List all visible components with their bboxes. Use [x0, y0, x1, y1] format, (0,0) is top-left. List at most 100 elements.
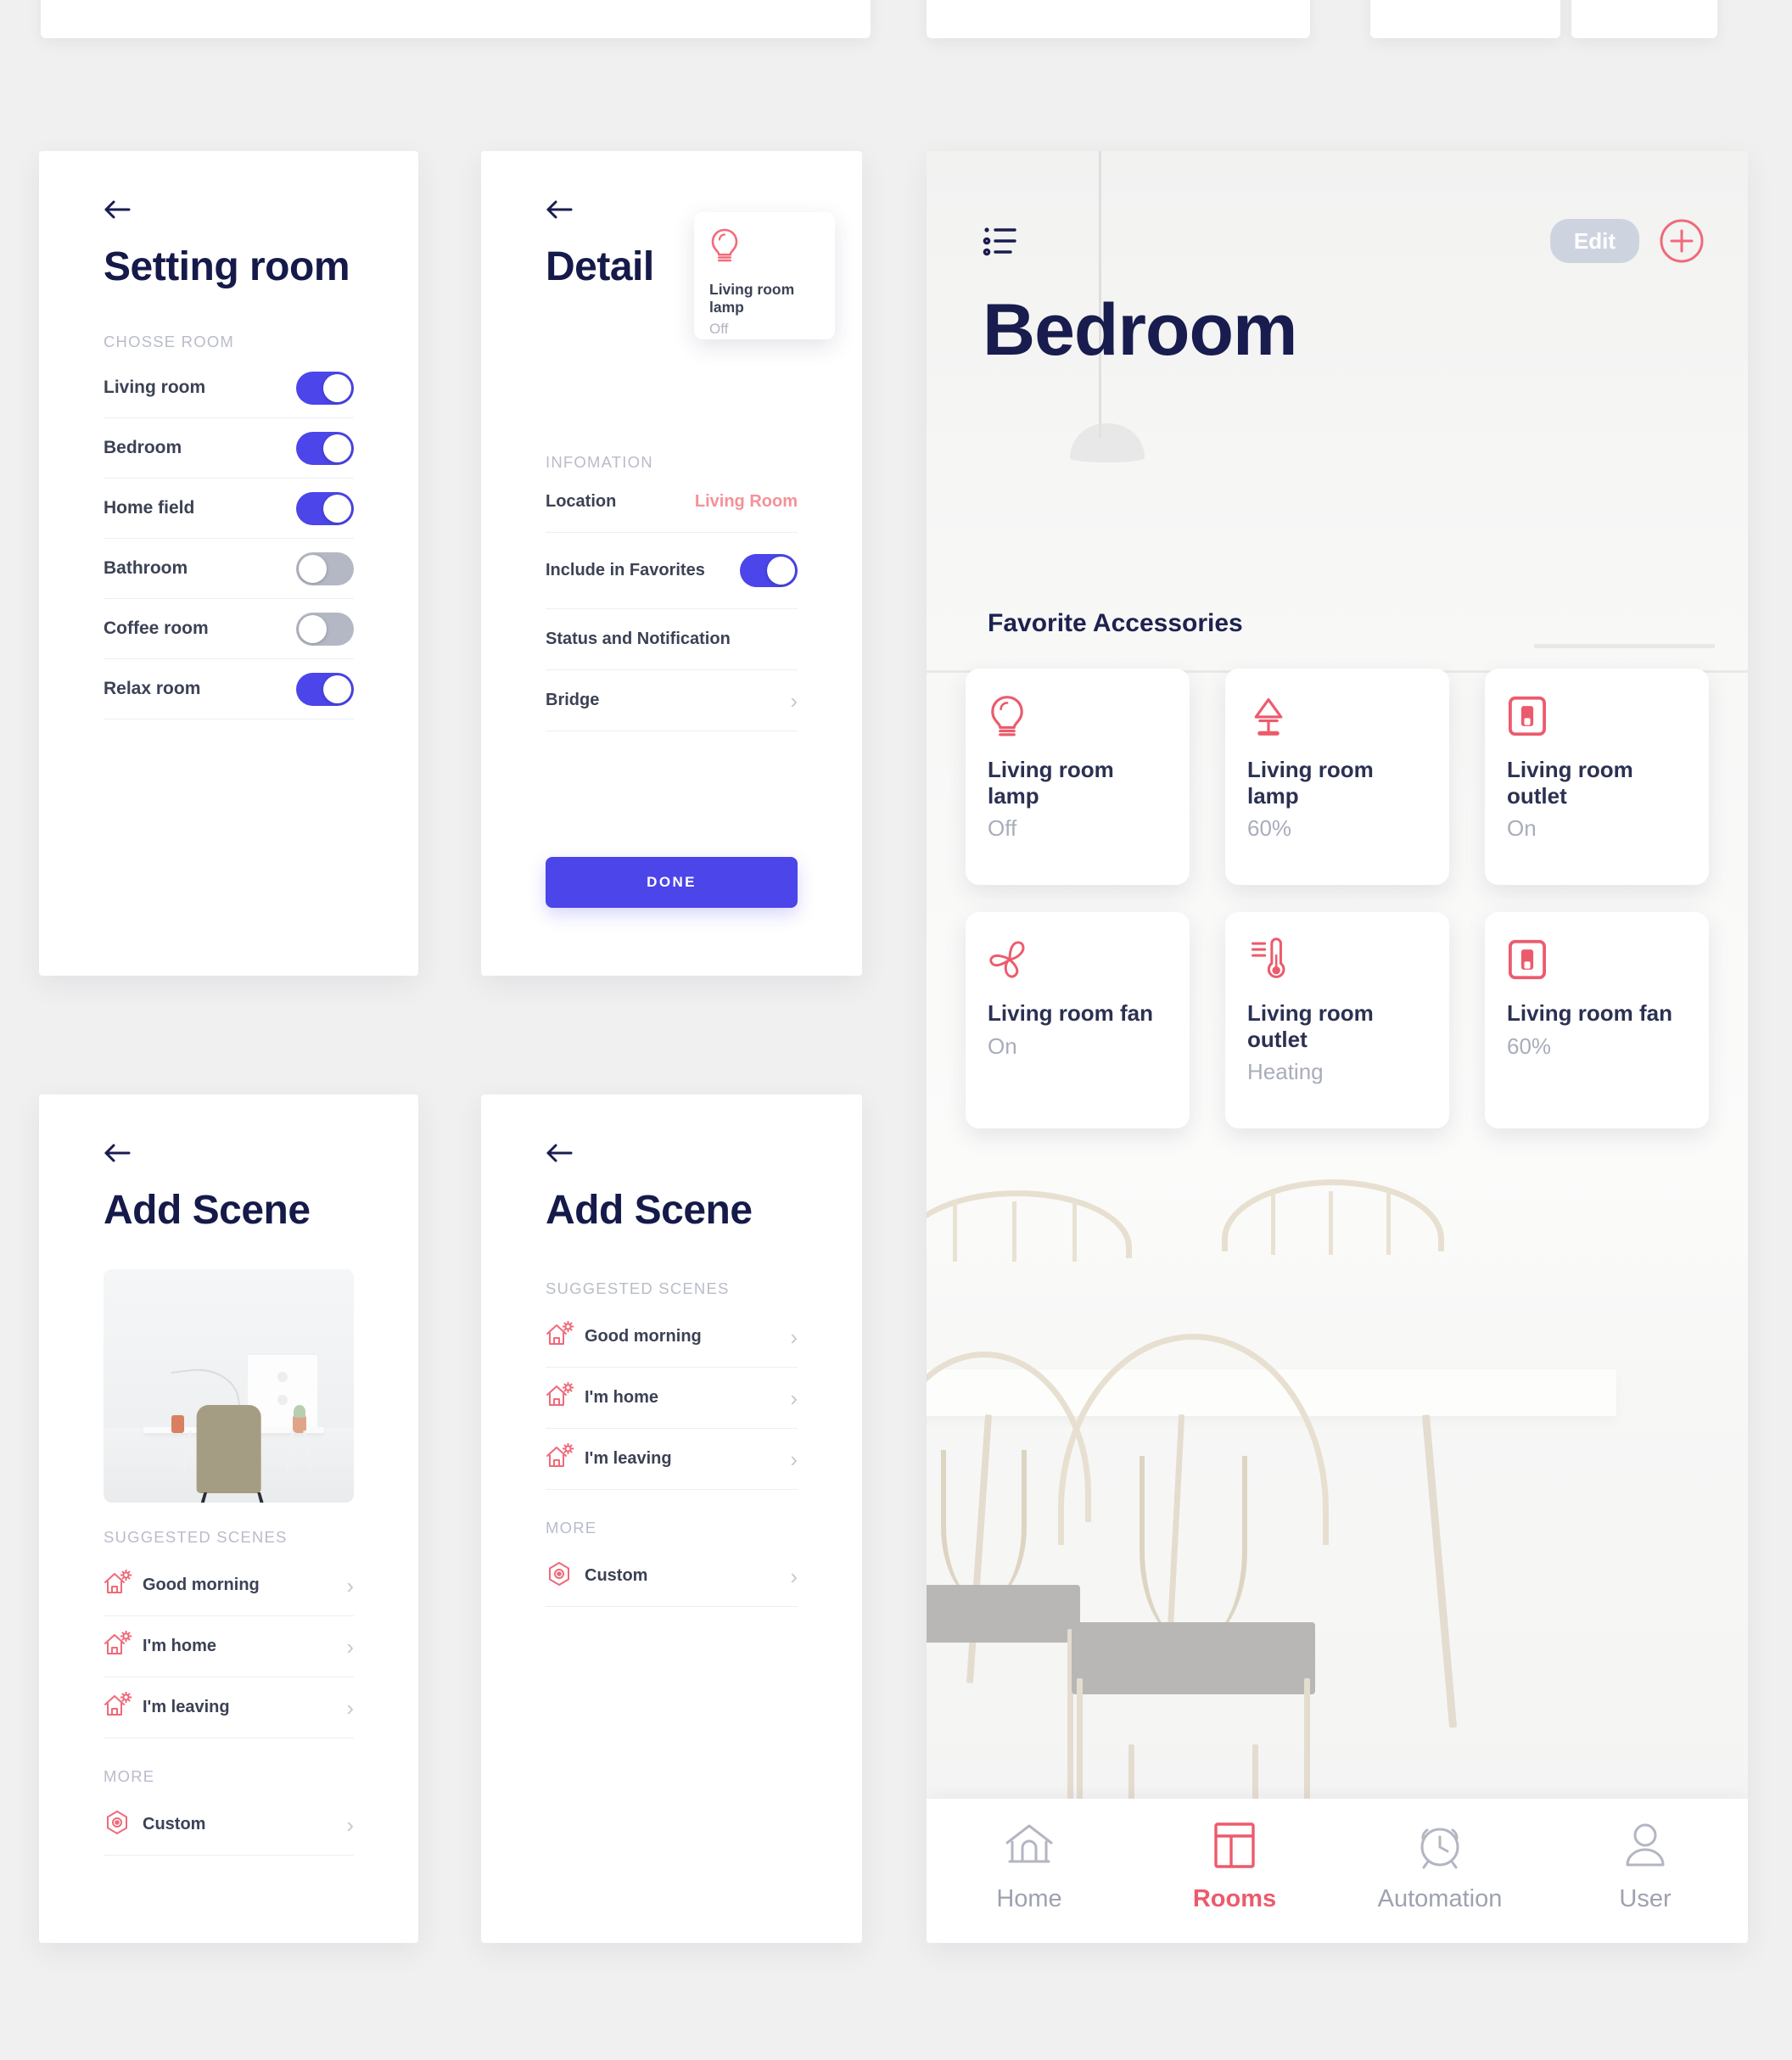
accessory-card[interactable]: Living room outlet Heating [1225, 912, 1449, 1128]
chevron-right-icon: › [790, 1324, 798, 1350]
page-title: Add Scene [546, 1188, 753, 1233]
device-name: Living room lamp [709, 281, 795, 316]
detail-row-status[interactable]: Status and Notification [546, 609, 798, 671]
back-button[interactable] [104, 195, 141, 224]
room-toggle[interactable] [296, 551, 354, 585]
scene-photo[interactable] [104, 1269, 354, 1503]
scene-row[interactable]: Custom › [104, 1794, 354, 1856]
room-row[interactable]: Bedroom [104, 418, 354, 479]
scene-row[interactable]: I'm leaving › [546, 1429, 798, 1491]
room-row[interactable]: Coffee room [104, 599, 354, 660]
room-row[interactable]: Bathroom [104, 539, 354, 600]
more-scene-list: Custom › [104, 1794, 354, 1856]
accessory-card[interactable]: Living room fan On [966, 912, 1190, 1128]
scene-row[interactable]: I'm leaving › [104, 1677, 354, 1739]
tab-user[interactable]: User [1543, 1821, 1748, 1913]
hexagon-gear-icon [546, 1560, 585, 1592]
back-button[interactable] [546, 195, 583, 224]
tab-rooms[interactable]: Rooms [1132, 1821, 1337, 1913]
suggested-scene-list: Good morning › I'm home › I'm leaving › [104, 1555, 354, 1739]
scene-row[interactable]: Custom › [546, 1546, 798, 1608]
room-toggle[interactable] [296, 612, 354, 646]
scene-row[interactable]: I'm home › [104, 1616, 354, 1678]
accessory-card[interactable]: Living room lamp 60% [1225, 669, 1449, 885]
favorites-toggle[interactable] [740, 554, 798, 588]
done-button[interactable]: DONE [546, 857, 798, 908]
chevron-right-icon: › [346, 1811, 354, 1838]
scene-row[interactable]: Good morning › [546, 1307, 798, 1369]
lightbulb-icon [709, 227, 821, 269]
room-row[interactable]: Relax room [104, 659, 354, 720]
back-button[interactable] [104, 1139, 141, 1167]
add-scene-screen-with-photo: Add Scene SUGGESTED SCENES Good morning … [39, 1094, 418, 1943]
tab-label: User [1619, 1885, 1672, 1912]
toggle-knob [767, 557, 795, 585]
detail-row-location[interactable]: Location Living Room [546, 472, 798, 534]
tab-automation[interactable]: Automation [1337, 1821, 1543, 1913]
back-button[interactable] [546, 1139, 583, 1167]
row-value: Living Room [694, 492, 798, 512]
chevron-right-icon: › [790, 1563, 798, 1589]
add-scene-screen-list: Add Scene SUGGESTED SCENES Good morning … [481, 1094, 862, 1943]
photo-vase [171, 1414, 184, 1433]
chevron-right-icon: › [346, 1694, 354, 1721]
scene-row[interactable]: Good morning › [104, 1555, 354, 1617]
room-label: Home field [104, 498, 195, 518]
detail-screen: Detail Living room lamp Off INFOMATION L… [481, 151, 862, 976]
device-state: Off [709, 321, 729, 337]
accessory-card[interactable]: Living room outlet On [1485, 669, 1709, 885]
room-label: Coffee room [104, 619, 209, 639]
accessory-name: Living room fan [1507, 1000, 1672, 1026]
room-label: Relax room [104, 679, 201, 699]
arrow-left-icon [104, 200, 131, 219]
plus-circle-icon[interactable] [1658, 217, 1705, 265]
accessory-state: 60% [1507, 1033, 1552, 1059]
arrow-left-icon [546, 200, 573, 219]
chevron-right-icon: › [790, 1385, 798, 1411]
accessory-card[interactable]: Living room lamp Off [966, 669, 1190, 885]
room-row[interactable]: Home field [104, 479, 354, 540]
detail-row-favorites[interactable]: Include in Favorites [546, 533, 798, 610]
accessory-name: Living room lamp [988, 757, 1114, 809]
desk-lamp-icon [1247, 694, 1427, 742]
room-toggle[interactable] [296, 672, 354, 706]
chevron-right-icon: › [346, 1633, 354, 1660]
accessory-name: Living room lamp [1247, 757, 1374, 809]
bedroom-screen: Edit Bedroom Favorite Accessories Living… [927, 151, 1748, 1943]
hexagon-gear-icon [104, 1809, 143, 1840]
fan-icon [988, 938, 1168, 985]
arrow-left-icon [546, 1144, 573, 1162]
list-bullets-icon[interactable] [983, 224, 1022, 258]
toggle-knob [299, 614, 327, 643]
house-sun-icon [104, 1570, 143, 1601]
chevron-right-icon: › [346, 1572, 354, 1598]
scene-row[interactable]: I'm home › [546, 1368, 798, 1430]
suggested-scenes-caption: SUGGESTED SCENES [104, 1528, 288, 1547]
accessory-card[interactable]: Living room fan 60% [1485, 912, 1709, 1128]
scene-label: I'm leaving [143, 1698, 230, 1717]
toggle-knob [323, 373, 351, 402]
house-sun-icon [546, 1382, 585, 1413]
room-toggle[interactable] [296, 431, 354, 465]
room-toggle[interactable] [296, 371, 354, 405]
page-title: Add Scene [104, 1188, 311, 1233]
more-caption: MORE [546, 1519, 597, 1537]
favorite-accessories-heading: Favorite Accessories [988, 609, 1243, 637]
tab-home[interactable]: Home [927, 1821, 1132, 1913]
scene-label: I'm home [143, 1637, 216, 1656]
row-label: Status and Notification [546, 630, 731, 649]
room-toggle[interactable] [296, 491, 354, 525]
accessory-state: On [988, 1033, 1017, 1059]
row-label: Include in Favorites [546, 561, 705, 580]
suggested-scene-list: Good morning › I'm home › I'm leaving › [546, 1307, 798, 1491]
home-icon [1002, 1821, 1056, 1875]
scene-label: Custom [143, 1815, 206, 1834]
edit-button[interactable]: Edit [1549, 219, 1639, 263]
partial-card-top-1 [41, 0, 871, 38]
more-scene-list: Custom › [546, 1546, 798, 1608]
detail-row-bridge[interactable]: Bridge › [546, 670, 798, 732]
room-row[interactable]: Living room [104, 358, 354, 419]
thermostat-icon [1247, 938, 1427, 985]
room-label: Bathroom [104, 558, 188, 579]
device-preview-card[interactable]: Living room lamp Off [694, 212, 835, 339]
